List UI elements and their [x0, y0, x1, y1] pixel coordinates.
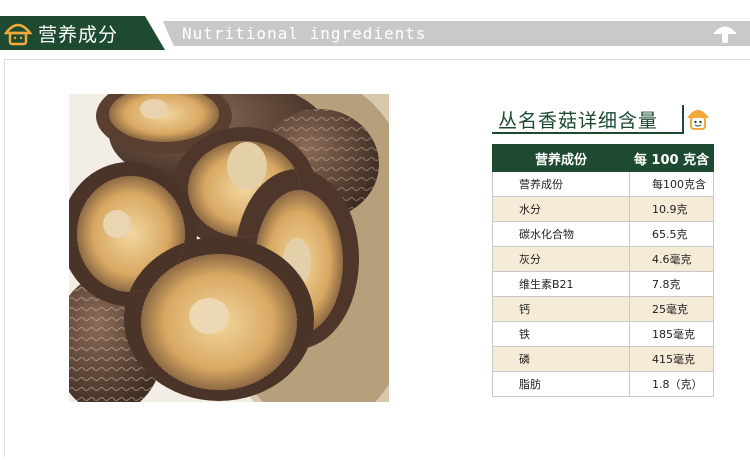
table-row: 铁 185毫克: [492, 321, 714, 347]
nutrient-amount: 4.6毫克: [629, 246, 714, 272]
header-title-en: Nutritional ingredients: [182, 24, 427, 43]
column-header-nutrient: 营养成份: [492, 144, 630, 172]
nutrient-name: 碳水化合物: [492, 221, 630, 247]
mushroom-house-icon: [4, 23, 32, 46]
mushroom-icon: [713, 26, 737, 43]
nutrient-amount: 415毫克: [629, 346, 714, 372]
table-row: 灰分 4.6毫克: [492, 246, 714, 272]
table-row: 水分 10.9克: [492, 196, 714, 222]
nutrient-name: 灰分: [492, 246, 630, 272]
column-header-amount: 每 100 克含: [629, 144, 714, 172]
table-row: 维生素B21 7.8克: [492, 271, 714, 297]
table-header-row: 营养成份 每 100 克含: [492, 144, 714, 172]
nutrient-amount: 7.8克: [629, 271, 714, 297]
nutrient-amount: 25毫克: [629, 296, 714, 322]
detail-heading-text: 丛名香菇详细含量: [498, 110, 659, 132]
section-header: 营养成分 Nutritional ingredients: [0, 16, 750, 50]
dried-shiitake-mushrooms-photo: [69, 94, 389, 402]
nutrient-amount: 10.9克: [629, 196, 714, 222]
nutrient-amount: 每100克含: [629, 171, 714, 197]
header-title-cn: 营养成分: [38, 24, 119, 46]
nutrient-name: 钙: [492, 296, 630, 322]
nutrient-name: 维生素B21: [492, 271, 630, 297]
nutrient-name: 水分: [492, 196, 630, 222]
nutrient-name: 磷: [492, 346, 630, 372]
nutrient-amount: 1.8（克）: [629, 371, 714, 397]
nutrient-name: 营养成份: [492, 171, 630, 197]
table-row: 碳水化合物 65.5克: [492, 221, 714, 247]
nutrient-name: 铁: [492, 321, 630, 347]
table-row: 营养成份 每100克含: [492, 171, 714, 197]
table-row: 钙 25毫克: [492, 296, 714, 322]
nutrient-amount: 65.5克: [629, 221, 714, 247]
table-row: 脂肪 1.8（克）: [492, 371, 714, 397]
nutrient-amount: 185毫克: [629, 321, 714, 347]
table-row: 磷 415毫克: [492, 346, 714, 372]
nutrient-name: 脂肪: [492, 371, 630, 397]
detail-heading: 丛名香菇详细含量: [492, 105, 714, 134]
nutrition-table: 营养成份 每 100 克含 营养成份 每100克含 水分 10.9克 碳水化合物…: [492, 144, 714, 397]
mushroom-face-icon: [687, 110, 709, 130]
